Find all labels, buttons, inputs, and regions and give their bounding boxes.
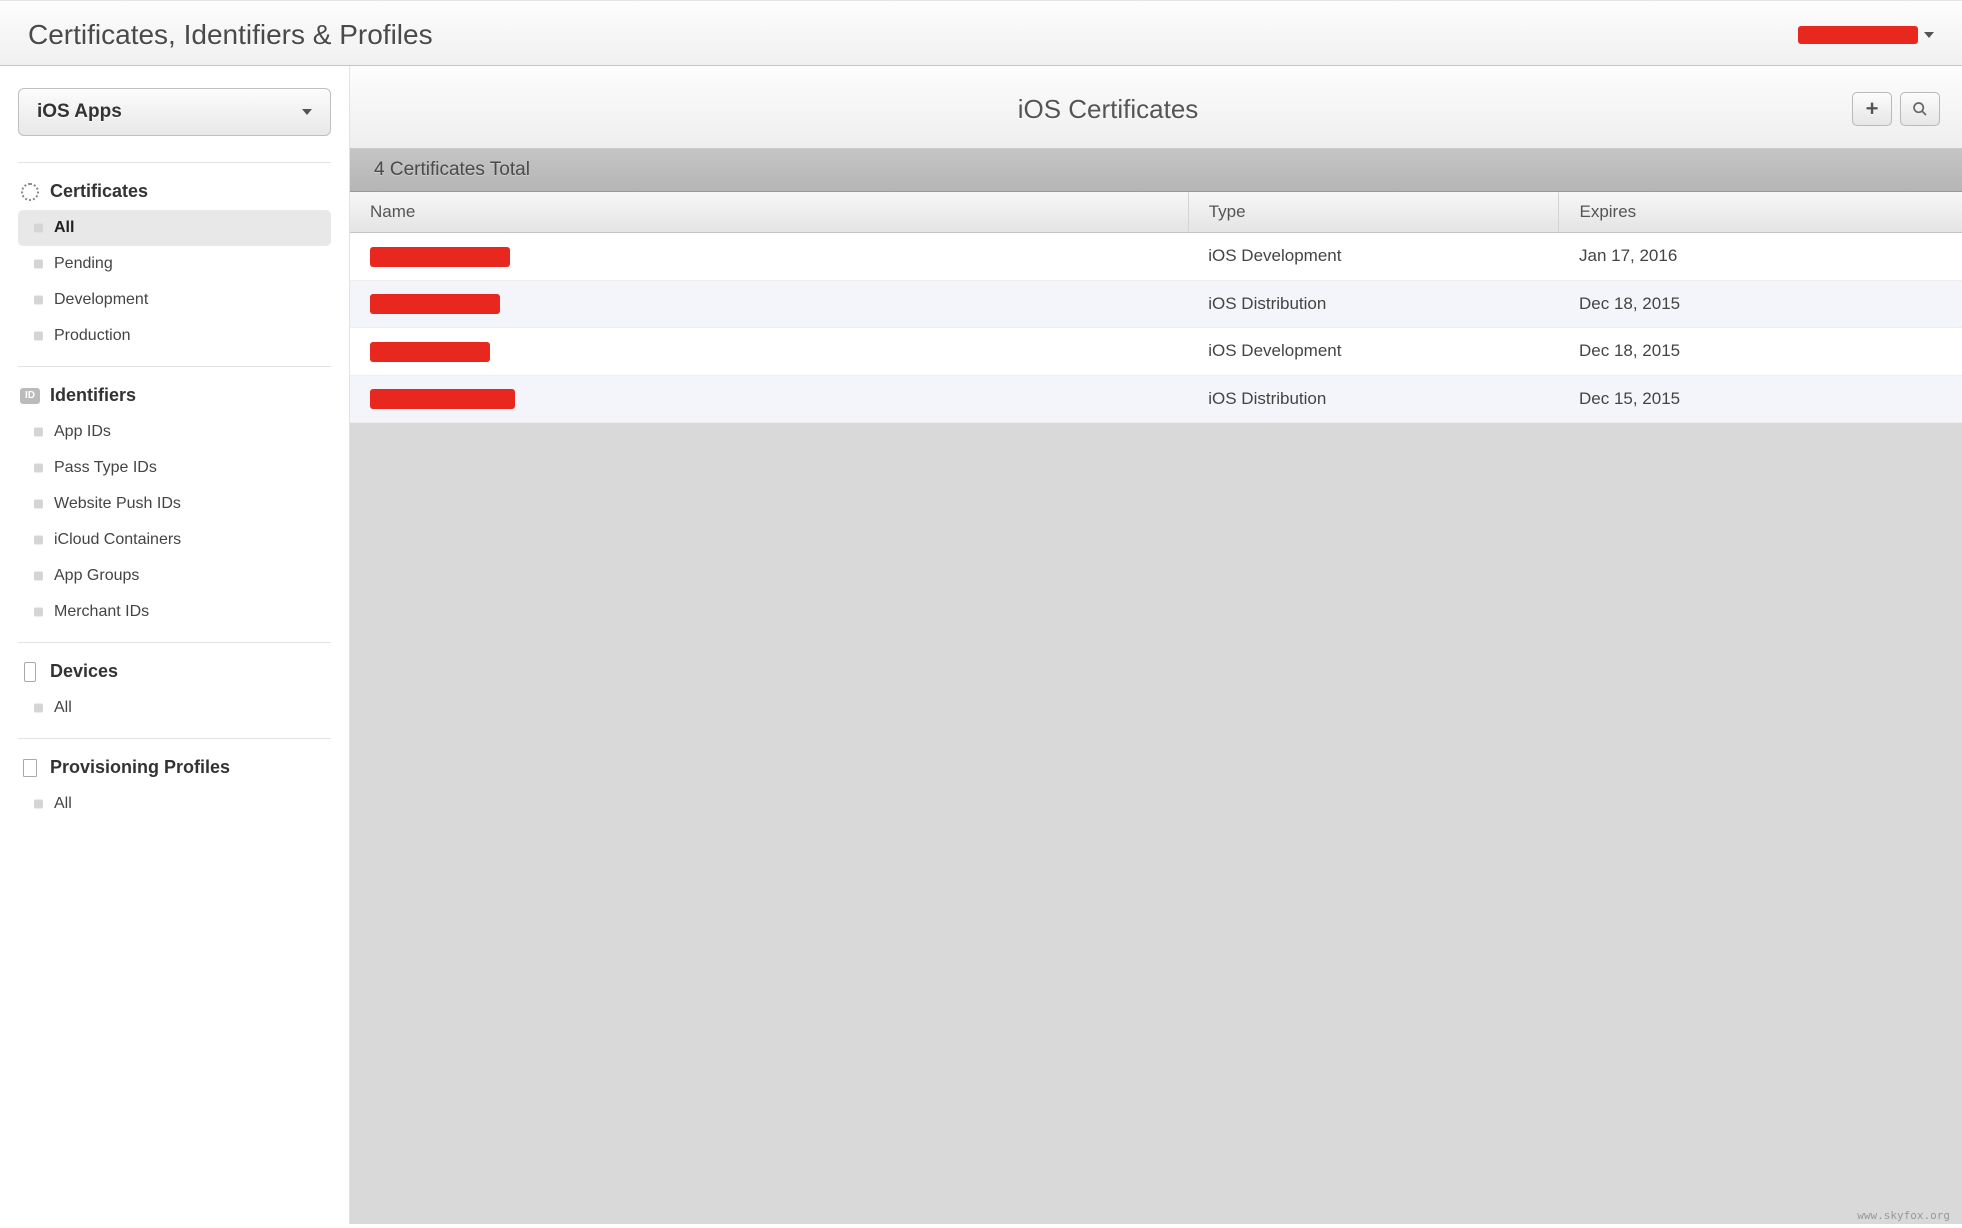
cell-expires: Jan 17, 2016 — [1559, 233, 1962, 281]
sidebar-section-provisioning: Provisioning Profiles All — [18, 738, 331, 830]
name-redacted — [370, 389, 515, 409]
sidebar-item-label: Development — [54, 291, 148, 308]
cell-name — [350, 375, 1188, 423]
name-redacted — [370, 247, 510, 267]
sidebar-section-devices: Devices All — [18, 642, 331, 734]
search-icon — [1912, 101, 1928, 117]
cell-name — [350, 233, 1188, 281]
sidebar-item-provisioning-all[interactable]: All — [18, 786, 331, 822]
table-row[interactable]: iOS DevelopmentJan 17, 2016 — [350, 233, 1962, 281]
sidebar-item-merchant-ids[interactable]: Merchant IDs — [18, 594, 331, 630]
page-header: Certificates, Identifiers & Profiles — [0, 0, 1962, 66]
sidebar-item-label: Merchant IDs — [54, 603, 149, 620]
column-header-type[interactable]: Type — [1188, 192, 1559, 233]
column-header-expires[interactable]: Expires — [1559, 192, 1962, 233]
cell-type: iOS Distribution — [1188, 375, 1559, 423]
sidebar-item-label: Pass Type IDs — [54, 459, 157, 476]
sidebar-item-devices-all[interactable]: All — [18, 690, 331, 726]
count-bar: 4 Certificates Total — [350, 149, 1962, 192]
sidebar-item-certificates-all[interactable]: All — [18, 210, 331, 246]
sidebar-item-certificates-development[interactable]: Development — [18, 282, 331, 318]
section-header: Devices — [18, 657, 331, 690]
main-title: iOS Certificates — [372, 94, 1844, 125]
plus-icon: + — [1866, 96, 1879, 122]
device-icon — [20, 662, 40, 682]
section-header: ID Identifiers — [18, 381, 331, 414]
table-row[interactable]: iOS DevelopmentDec 18, 2015 — [350, 328, 1962, 376]
sidebar-item-label: Production — [54, 327, 131, 344]
name-redacted — [370, 294, 500, 314]
chevron-down-icon — [302, 109, 312, 115]
cell-expires: Dec 18, 2015 — [1559, 280, 1962, 328]
document-icon — [20, 758, 40, 778]
sidebar-item-label: Website Push IDs — [54, 495, 181, 512]
sidebar-section-identifiers: ID Identifiers App IDs Pass Type IDs Web… — [18, 366, 331, 638]
cell-name — [350, 328, 1188, 376]
cell-expires: Dec 15, 2015 — [1559, 375, 1962, 423]
sidebar-item-certificates-pending[interactable]: Pending — [18, 246, 331, 282]
sidebar-item-label: All — [54, 795, 72, 812]
cell-type: iOS Development — [1188, 328, 1559, 376]
cell-name — [350, 280, 1188, 328]
section-title: Certificates — [50, 181, 148, 202]
table-row[interactable]: iOS DistributionDec 15, 2015 — [350, 375, 1962, 423]
cell-type: iOS Distribution — [1188, 280, 1559, 328]
gear-icon — [20, 182, 40, 202]
certificates-table: Name Type Expires iOS DevelopmentJan 17,… — [350, 192, 1962, 423]
section-title: Devices — [50, 661, 118, 682]
user-name-redacted — [1798, 26, 1918, 44]
user-menu[interactable] — [1798, 26, 1934, 44]
sidebar-item-label: Pending — [54, 255, 113, 272]
sidebar-item-label: App IDs — [54, 423, 111, 440]
chevron-down-icon — [1924, 32, 1934, 38]
section-title: Identifiers — [50, 385, 136, 406]
name-redacted — [370, 342, 490, 362]
cell-type: iOS Development — [1188, 233, 1559, 281]
sidebar-item-pass-type-ids[interactable]: Pass Type IDs — [18, 450, 331, 486]
page-title: Certificates, Identifiers & Profiles — [28, 19, 433, 51]
watermark: www.skyfox.org — [1857, 1209, 1950, 1222]
sidebar-item-app-ids[interactable]: App IDs — [18, 414, 331, 450]
section-title: Provisioning Profiles — [50, 757, 230, 778]
column-header-name[interactable]: Name — [350, 192, 1188, 233]
app-type-picker[interactable]: iOS Apps — [18, 88, 331, 136]
sidebar-item-label: All — [54, 219, 74, 236]
table-row[interactable]: iOS DistributionDec 18, 2015 — [350, 280, 1962, 328]
section-header: Provisioning Profiles — [18, 753, 331, 786]
cell-expires: Dec 18, 2015 — [1559, 328, 1962, 376]
add-button[interactable]: + — [1852, 92, 1892, 126]
sidebar-item-app-groups[interactable]: App Groups — [18, 558, 331, 594]
sidebar-item-website-push-ids[interactable]: Website Push IDs — [18, 486, 331, 522]
sidebar-item-label: All — [54, 699, 72, 716]
sidebar-section-certificates: Certificates All Pending Development Pro… — [18, 162, 331, 362]
sidebar-item-label: iCloud Containers — [54, 531, 181, 548]
section-header: Certificates — [18, 177, 331, 210]
sidebar-item-icloud-containers[interactable]: iCloud Containers — [18, 522, 331, 558]
main-header: iOS Certificates + — [350, 66, 1962, 149]
sidebar-item-certificates-production[interactable]: Production — [18, 318, 331, 354]
app-type-label: iOS Apps — [37, 101, 122, 123]
search-button[interactable] — [1900, 92, 1940, 126]
table-header-row: Name Type Expires — [350, 192, 1962, 233]
main-content: iOS Certificates + 4 Certificates Total … — [350, 66, 1962, 1224]
sidebar-item-label: App Groups — [54, 567, 139, 584]
sidebar: iOS Apps Certificates All Pending Develo… — [0, 66, 350, 1224]
id-badge-icon: ID — [20, 386, 40, 406]
